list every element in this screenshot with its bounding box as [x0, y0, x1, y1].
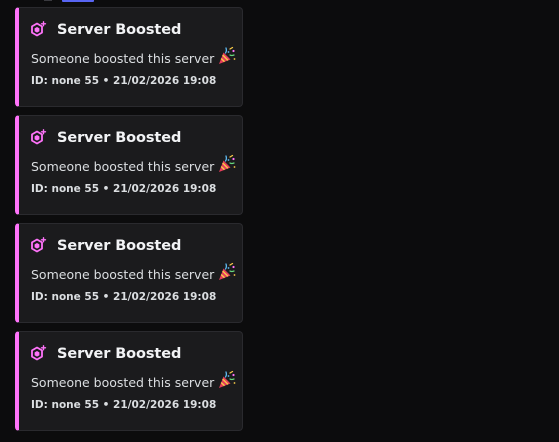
server-boost-embed: Server Boosted Someone boosted this serv… — [15, 331, 243, 431]
embed-description-text: Someone boosted this server — [31, 50, 215, 66]
embed-description: Someone boosted this server — [31, 370, 237, 392]
previous-message-link-fragment[interactable] — [62, 0, 94, 2]
embed-description-text: Someone boosted this server — [31, 158, 215, 174]
embed-title: Server Boosted — [57, 130, 182, 146]
embed-header: Server Boosted — [31, 236, 181, 256]
embed-description: Someone boosted this server — [31, 154, 237, 176]
embed-title: Server Boosted — [57, 346, 182, 362]
party-popper-icon — [217, 370, 237, 390]
embed-footer: ID: none 55 • 21/02/2026 19:08 — [31, 75, 217, 87]
previous-message-fragment — [44, 0, 52, 1]
embed-footer: ID: none 55 • 21/02/2026 19:08 — [31, 183, 217, 195]
embed-description-text: Someone boosted this server — [31, 374, 215, 390]
embed-title: Server Boosted — [57, 22, 182, 38]
embed-description: Someone boosted this server — [31, 46, 237, 68]
embed-header: Server Boosted — [31, 20, 181, 40]
party-popper-icon — [217, 154, 237, 174]
embed-header: Server Boosted — [31, 128, 181, 148]
party-popper-icon — [217, 262, 237, 282]
nitro-boost-icon — [31, 21, 47, 39]
embed-list: Server Boosted Someone boosted this serv… — [15, 7, 243, 439]
embed-description: Someone boosted this server — [31, 262, 237, 284]
embed-description-text: Someone boosted this server — [31, 266, 215, 282]
embed-footer: ID: none 55 • 21/02/2026 19:08 — [31, 291, 217, 303]
server-boost-embed: Server Boosted Someone boosted this serv… — [15, 7, 243, 107]
nitro-boost-icon — [31, 345, 47, 363]
party-popper-icon — [217, 46, 237, 66]
embed-title: Server Boosted — [57, 238, 182, 254]
server-boost-embed: Server Boosted Someone boosted this serv… — [15, 223, 243, 323]
server-boost-embed: Server Boosted Someone boosted this serv… — [15, 115, 243, 215]
embed-footer: ID: none 55 • 21/02/2026 19:08 — [31, 399, 217, 411]
embed-header: Server Boosted — [31, 344, 181, 364]
nitro-boost-icon — [31, 237, 47, 255]
nitro-boost-icon — [31, 129, 47, 147]
